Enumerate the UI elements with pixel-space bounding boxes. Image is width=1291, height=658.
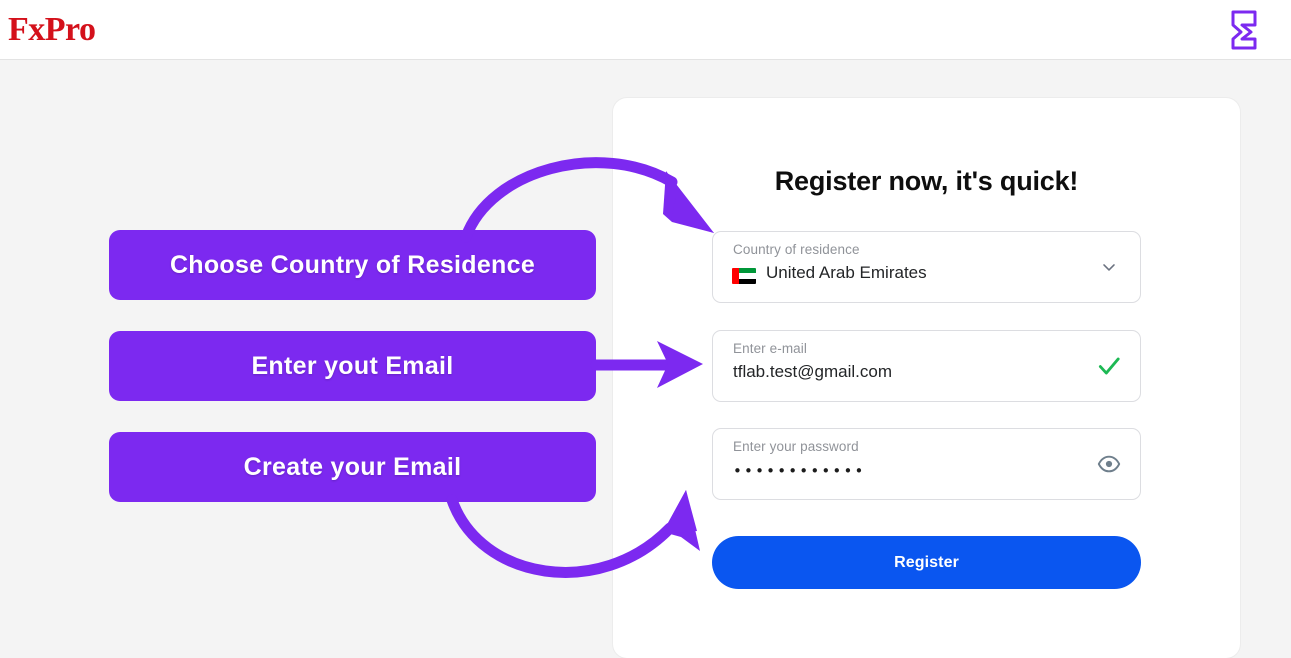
password-field[interactable]: Enter your password •••••••••••• <box>712 428 1141 500</box>
callout-label: Enter yout Email <box>251 351 454 380</box>
country-field-label: Country of residence <box>733 242 860 257</box>
email-field-value[interactable]: tflab.test@gmail.com <box>733 362 892 382</box>
fxpro-logo-text[interactable]: FxPro <box>8 9 96 51</box>
register-button[interactable]: Register <box>712 536 1141 589</box>
page-body: Choose Country of Residence Enter yout E… <box>0 60 1291 658</box>
callout-label: Create your Email <box>243 452 462 481</box>
country-of-residence-select[interactable]: Country of residence United Arab Emirate… <box>712 231 1141 303</box>
callout-choose-country: Choose Country of Residence <box>109 230 596 300</box>
callout-label: Choose Country of Residence <box>169 250 536 279</box>
email-field[interactable]: Enter e-mail tflab.test@gmail.com <box>712 330 1141 402</box>
callout-enter-email: Enter yout Email <box>109 331 596 401</box>
check-valid-icon <box>1096 353 1122 379</box>
password-field-value[interactable]: •••••••••••• <box>733 462 866 480</box>
fxpro-mark-icon[interactable] <box>1221 7 1265 53</box>
top-header-bar: FxPro <box>0 0 1291 60</box>
page-title: Register now, it's quick! <box>774 166 1079 196</box>
chevron-down-icon[interactable] <box>1096 254 1122 280</box>
email-field-label: Enter e-mail <box>733 341 807 356</box>
eye-show-password-icon[interactable] <box>1096 451 1122 477</box>
country-field-value: United Arab Emirates <box>766 263 927 282</box>
password-field-label: Enter your password <box>733 439 859 454</box>
callout-create-email: Create your Email <box>109 432 596 502</box>
registration-card: Register now, it's quick! Country of res… <box>613 98 1240 658</box>
united-arab-emirates-flag <box>732 268 756 284</box>
